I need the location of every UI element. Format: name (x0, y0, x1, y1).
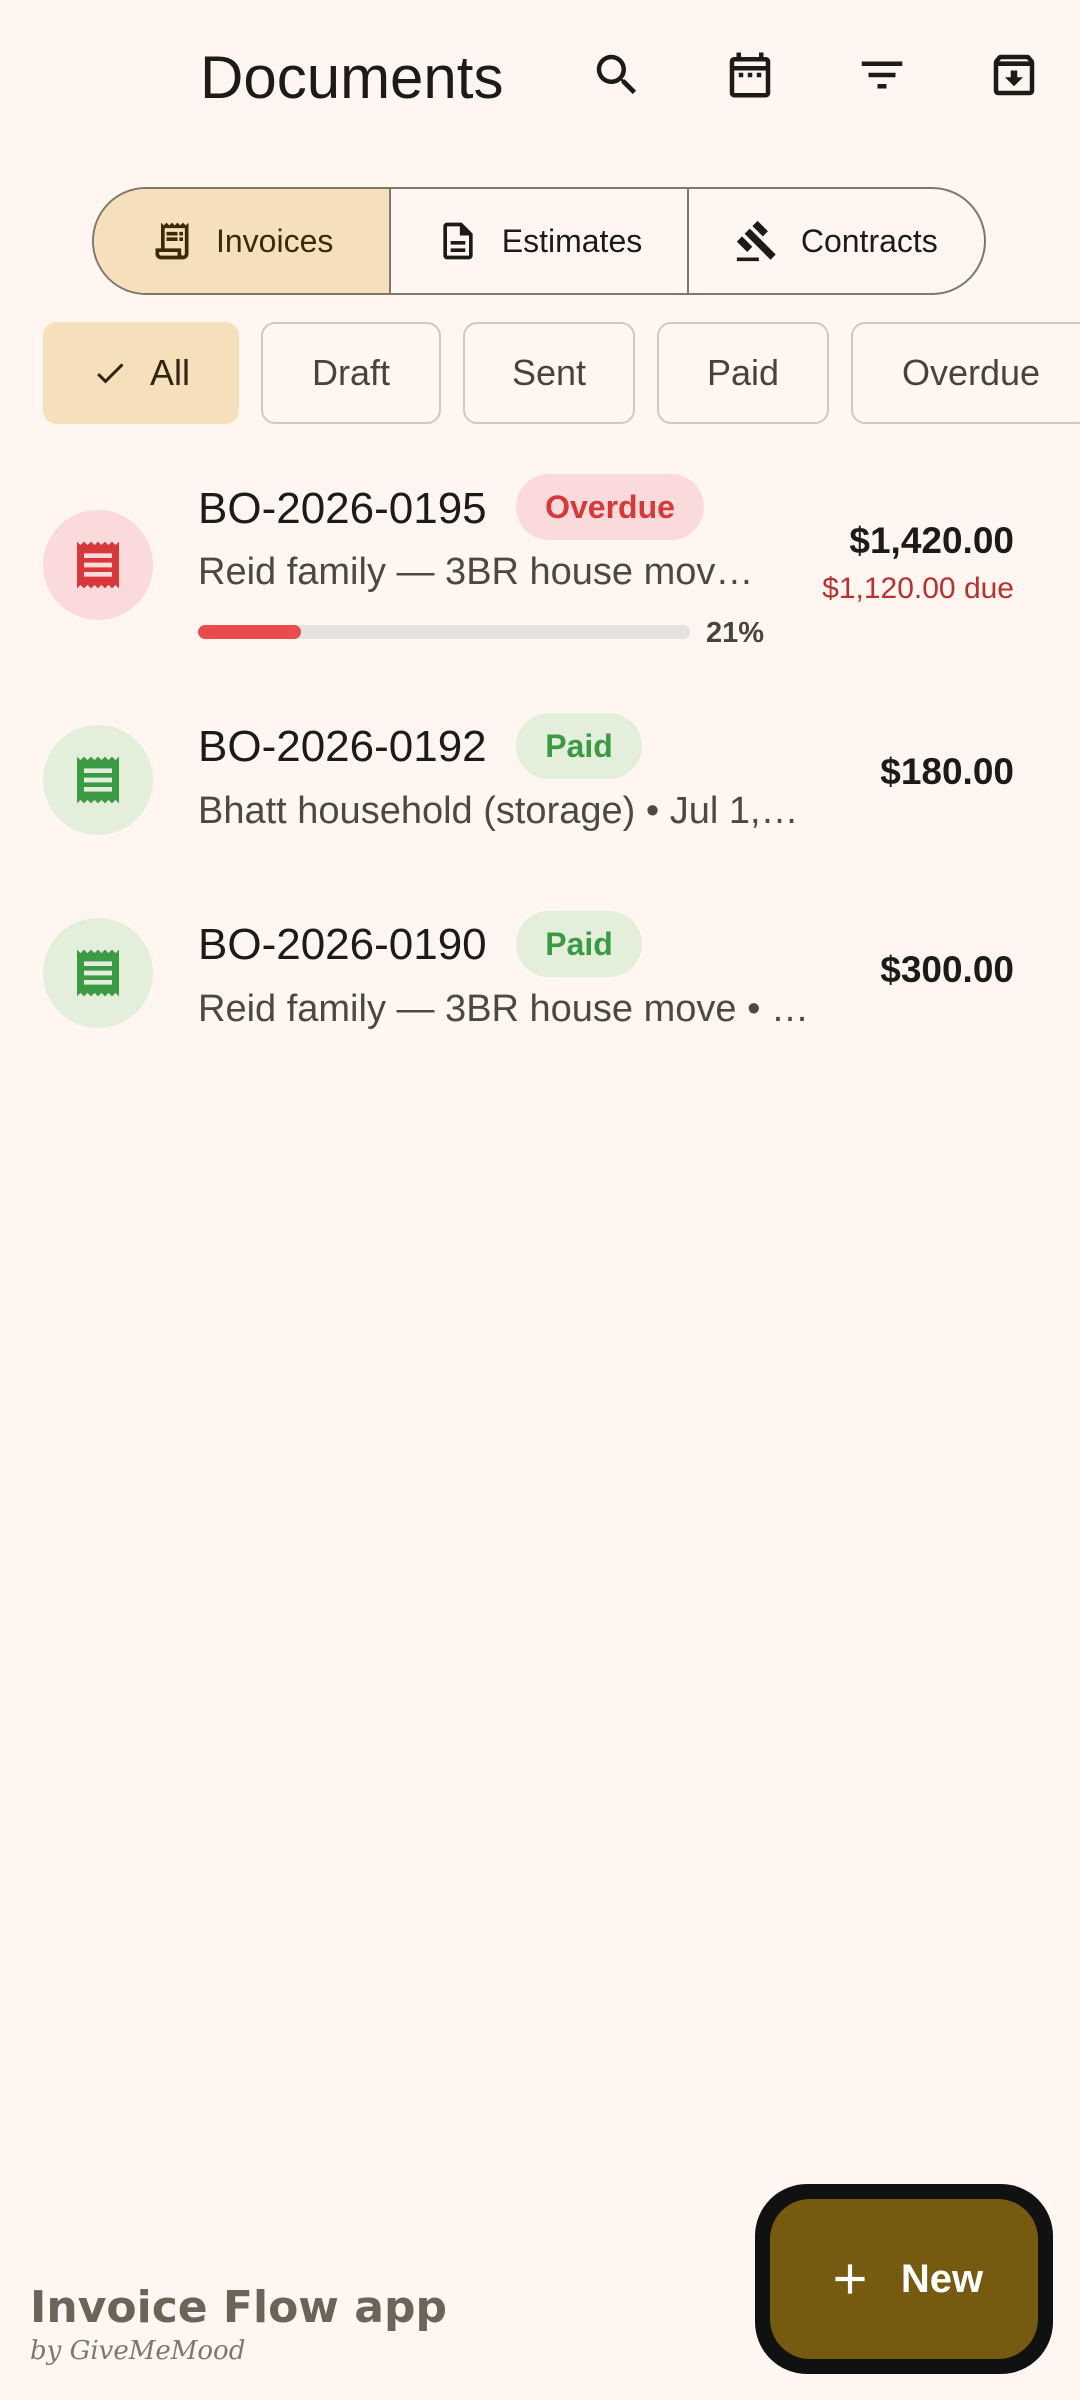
invoice-number: BO-2026-0192 (198, 722, 487, 771)
invoice-subtitle: Reid family — 3BR house move • … (198, 988, 809, 1030)
invoice-amount: $300.00 (880, 949, 1014, 990)
tab-invoices-label: Invoices (215, 222, 334, 259)
payment-progress-bar (198, 625, 690, 639)
new-document-button[interactable]: New (770, 2199, 1038, 2359)
page-title: Documents (200, 44, 504, 111)
chip-sent[interactable]: Sent (463, 322, 635, 424)
status-badge: Paid (516, 911, 642, 977)
status-badge: Paid (516, 713, 642, 779)
chip-overdue-label: Overdue (901, 352, 1041, 393)
invoice-row[interactable]: BO-2026-0195 Overdue Reid family — 3BR h… (0, 460, 1080, 660)
plus-icon (835, 2264, 865, 2294)
document-icon (443, 222, 473, 260)
invoice-avatar (43, 510, 153, 620)
chip-overdue[interactable]: Overdue (851, 322, 1080, 424)
archive-icon (993, 54, 1035, 96)
invoice-number: BO-2026-0195 (198, 484, 487, 533)
chip-all[interactable]: All (43, 322, 239, 424)
payment-progress-label: 21% (706, 617, 765, 649)
invoice-subtitle: Reid family — 3BR house mov… (198, 551, 754, 593)
app-brand-subtitle: by GiveMeMood (30, 2336, 246, 2366)
document-type-tabs: Invoices Estimates Contracts (92, 187, 986, 295)
invoice-amount: $180.00 (880, 751, 1014, 792)
invoice-avatar (43, 725, 153, 835)
tab-invoices[interactable]: Invoices (94, 189, 392, 293)
search-icon (596, 54, 637, 95)
chip-draft[interactable]: Draft (261, 322, 441, 424)
calendar-button[interactable] (715, 40, 785, 110)
check-icon (97, 363, 124, 384)
invoice-avatar (43, 918, 153, 1028)
receipt-long-icon (77, 949, 119, 997)
tab-contracts-label: Contracts (800, 222, 938, 259)
receipt-long-icon (77, 756, 119, 804)
invoice-row[interactable]: BO-2026-0192 Paid Bhatt household (stora… (0, 700, 1080, 860)
tab-estimates-label: Estimates (501, 222, 643, 259)
filter-list-icon (861, 61, 903, 89)
gavel-icon (736, 220, 776, 262)
invoice-subtitle: Bhatt household (storage) • Jul 1,… (198, 790, 799, 832)
invoice-amount: $1,420.00 (849, 520, 1014, 561)
chip-sent-label: Sent (511, 352, 587, 393)
receipt-long-icon (77, 541, 119, 589)
new-document-fab-focus-ring: New (755, 2184, 1053, 2374)
tab-estimates[interactable]: Estimates (391, 189, 689, 293)
new-button-label: New (900, 2256, 984, 2301)
invoice-due-amount: $1,120.00 due (822, 572, 1014, 605)
chip-paid[interactable]: Paid (657, 322, 829, 424)
search-button[interactable] (582, 40, 652, 110)
receipt-icon (155, 222, 189, 260)
chip-all-label: All (149, 352, 190, 393)
chip-paid-label: Paid (706, 352, 780, 393)
payment-progress-fill (198, 625, 302, 639)
calendar-icon (729, 52, 771, 98)
invoice-number: BO-2026-0190 (198, 920, 487, 969)
status-filter-chips: All Draft Sent Paid Overdue (0, 322, 1080, 426)
filter-button[interactable] (847, 40, 917, 110)
invoice-row[interactable]: BO-2026-0190 Paid Reid family — 3BR hous… (0, 898, 1080, 1058)
status-badge: Overdue (516, 474, 704, 540)
chip-draft-label: Draft (311, 352, 390, 393)
app-brand-title: Invoice Flow app (30, 2282, 447, 2333)
top-app-bar: Documents (0, 0, 1080, 150)
tab-contracts[interactable]: Contracts (689, 189, 984, 293)
archive-button[interactable] (979, 40, 1049, 110)
